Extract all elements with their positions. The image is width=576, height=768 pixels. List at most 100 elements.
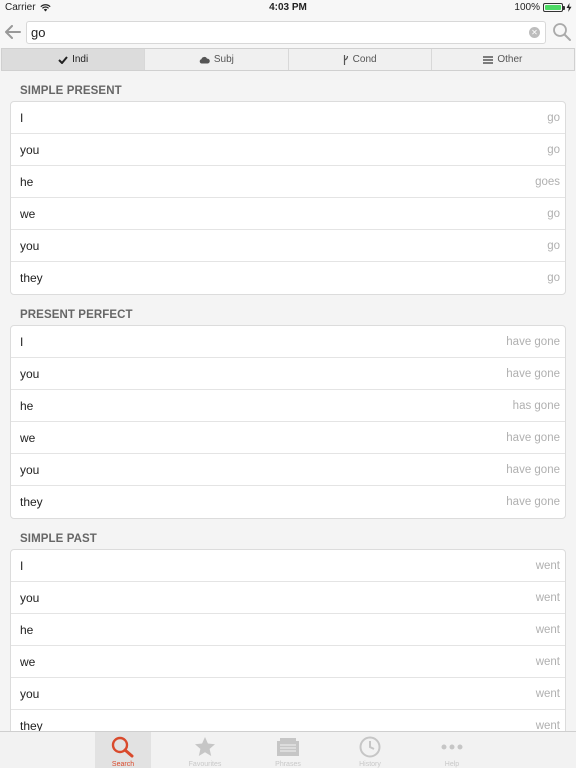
pronoun: I [20, 110, 24, 125]
section-title: SIMPLE PRESENT [20, 85, 122, 97]
magnifier-icon [553, 23, 571, 41]
tab-help[interactable]: Help [424, 732, 480, 768]
pronoun: we [20, 430, 36, 445]
carrier-label: Carrier [5, 2, 36, 13]
table-row[interactable]: Igo [11, 102, 565, 134]
tab-label-phrases: Phrases [275, 761, 301, 768]
pronoun: they [20, 719, 43, 731]
tab-label-help: Help [444, 761, 460, 768]
tab-bar: Search Favourites Phrases History Help [0, 731, 576, 768]
list-icon [483, 55, 494, 64]
clear-icon: ✕ [531, 28, 538, 37]
tab-label-indi: Indi [72, 54, 89, 65]
verb-form: went [535, 559, 560, 572]
table-row[interactable]: we have gone [11, 422, 565, 454]
conjugation-table: Iwent you went he went we went you went they… [10, 549, 566, 731]
verb-form: go [547, 143, 560, 156]
table-row[interactable]: he goes [11, 166, 565, 198]
search-input[interactable] [26, 21, 546, 44]
tab-label-other: Other [497, 54, 523, 65]
tab-search[interactable]: Search [95, 732, 151, 768]
conjugation-table: Ihave gone you have gone he has gone we hav… [10, 325, 566, 519]
verb-form: have gone [506, 367, 560, 380]
pronoun: you [20, 142, 40, 157]
table-row[interactable]: he has gone [11, 390, 565, 422]
back-button[interactable] [4, 23, 22, 41]
battery-percent: 100% [514, 2, 540, 13]
verb-form: has gone [512, 399, 560, 412]
verb-form: have gone [506, 431, 560, 444]
mood-tabs: Indi Subj Cond Other [1, 48, 575, 71]
battery-fill [545, 5, 561, 10]
section-title: SIMPLE PAST [20, 533, 97, 545]
pronoun: I [20, 558, 24, 573]
table-row[interactable]: you have gone [11, 454, 565, 486]
pronoun: I [20, 334, 24, 349]
battery-icon [543, 3, 565, 12]
wifi-icon [39, 3, 51, 11]
status-left: Carrier [5, 2, 51, 13]
table-row[interactable]: you go [11, 134, 565, 166]
cloud-icon [199, 56, 210, 63]
verb-form: went [535, 720, 560, 731]
verb-form: have gone [506, 496, 560, 508]
pronoun: he [20, 174, 34, 189]
pronoun: we [20, 654, 36, 669]
verb-form: go [547, 111, 560, 124]
clock-icon [358, 735, 382, 759]
tab-label-subj: Subj [213, 54, 234, 65]
tab-other[interactable]: Other [432, 49, 574, 70]
tab-history[interactable]: History [342, 732, 398, 768]
pronoun: he [20, 398, 34, 413]
verb-form: have gone [506, 463, 560, 476]
verb-form: go [547, 239, 560, 252]
pronoun: you [20, 462, 40, 477]
search-icon [111, 735, 135, 759]
status-bar: Carrier 4:03 PM 100% [0, 0, 576, 17]
table-row[interactable]: we go [11, 198, 565, 230]
table-row[interactable]: we went [11, 646, 565, 678]
pronoun: you [20, 238, 40, 253]
clear-search-button[interactable]: ✕ [529, 27, 540, 38]
search-bar: ✕ [0, 17, 576, 48]
tab-subjunctive[interactable]: Subj [145, 49, 289, 70]
tab-label-history: History [359, 761, 381, 768]
table-row[interactable]: you went [11, 582, 565, 614]
star-icon [193, 735, 217, 759]
pronoun: they [20, 271, 43, 285]
table-row[interactable]: they went [11, 710, 565, 731]
pronoun: he [20, 622, 34, 637]
phrases-icon [276, 735, 300, 759]
search-button[interactable] [552, 22, 572, 42]
verb-form: went [535, 687, 560, 700]
more-icon [440, 735, 464, 759]
table-row[interactable]: they go [11, 262, 565, 294]
tab-conditional[interactable]: Cond [289, 49, 432, 70]
tab-label-favourites: Favourites [188, 761, 222, 768]
verb-form: have gone [506, 335, 560, 348]
table-row[interactable]: they have gone [11, 486, 565, 518]
tab-indicative[interactable]: Indi [2, 49, 146, 70]
conjugation-table: Igo you go he goes we go you go they go [10, 101, 566, 295]
tab-label-search: Search [111, 761, 135, 768]
table-row[interactable]: you went [11, 678, 565, 710]
pronoun: we [20, 206, 36, 221]
pronoun: they [20, 495, 43, 509]
conjugation-list[interactable]: SIMPLE PRESENT Igo you go he goes we go you… [0, 71, 576, 731]
verb-form: go [547, 272, 560, 284]
table-row[interactable]: Iwent [11, 550, 565, 582]
charging-icon [566, 3, 572, 12]
table-row[interactable]: you have gone [11, 358, 565, 390]
tab-phrases[interactable]: Phrases [260, 732, 316, 768]
branch-icon [343, 54, 348, 65]
status-time: 4:03 PM [269, 2, 307, 13]
verb-form: go [547, 207, 560, 220]
verb-form: went [535, 655, 560, 668]
tab-favourites[interactable]: Favourites [177, 732, 233, 768]
table-row[interactable]: he went [11, 614, 565, 646]
pronoun: you [20, 366, 40, 381]
table-row[interactable]: you go [11, 230, 565, 262]
table-row[interactable]: Ihave gone [11, 326, 565, 358]
checkmark-icon [58, 55, 68, 64]
pronoun: you [20, 686, 40, 701]
